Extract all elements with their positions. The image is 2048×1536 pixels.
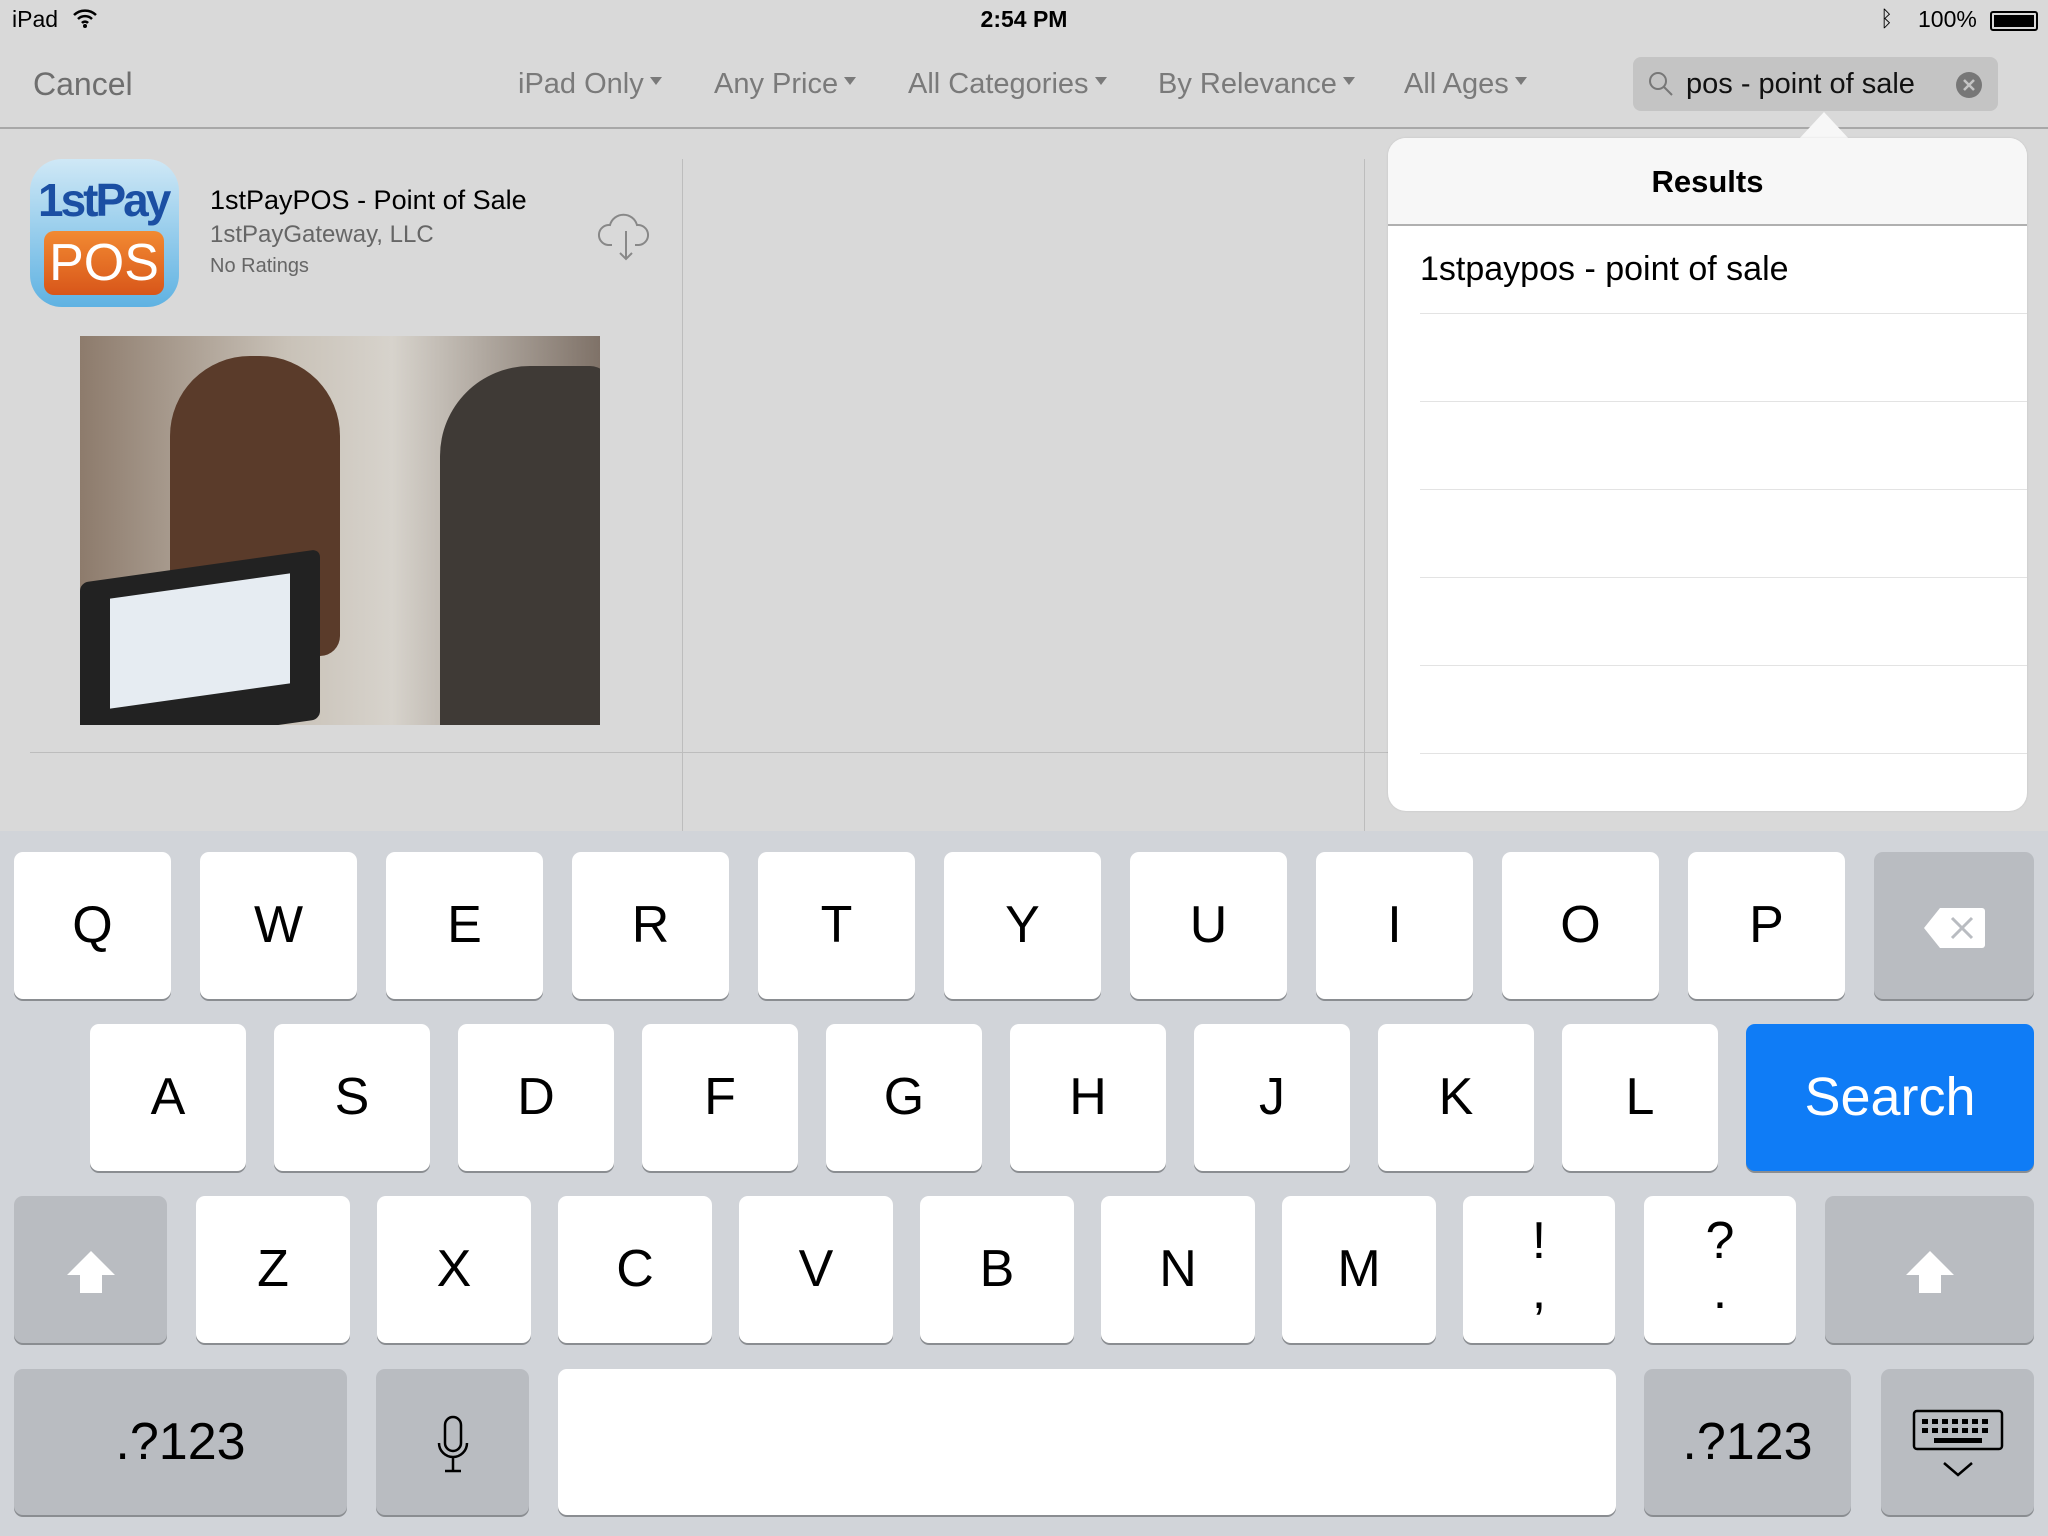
shift-key-left[interactable] <box>14 1196 167 1343</box>
empty-row <box>1420 314 2027 402</box>
key-x[interactable]: X <box>377 1196 531 1343</box>
filter-sort[interactable]: By Relevance <box>1158 68 1355 101</box>
filter-label: All Ages <box>1404 68 1509 100</box>
popover-arrow <box>1798 112 1850 140</box>
filter-category[interactable]: All Categories <box>908 68 1107 101</box>
key-q[interactable]: Q <box>14 852 171 999</box>
icon-text: 1stPay <box>38 174 171 226</box>
key-s[interactable]: S <box>274 1024 430 1171</box>
backspace-key[interactable] <box>1874 852 2034 999</box>
battery-percent: 100% <box>1918 6 1977 32</box>
search-input[interactable]: pos - point of sale <box>1633 57 1998 111</box>
key-exclamation-comma[interactable]: !, <box>1463 1196 1615 1343</box>
column-divider <box>682 159 683 831</box>
shift-icon <box>1905 1251 1954 1294</box>
clock: 2:54 PM <box>980 6 1068 32</box>
filter-age[interactable]: All Ages <box>1404 68 1527 101</box>
space-key[interactable] <box>558 1369 1616 1515</box>
clear-icon[interactable] <box>1955 71 1983 99</box>
key-b[interactable]: B <box>920 1196 1074 1343</box>
caret-down-icon <box>1514 77 1527 86</box>
key-l[interactable]: L <box>1562 1024 1718 1171</box>
filter-label: iPad Only <box>518 68 644 100</box>
key-n[interactable]: N <box>1101 1196 1255 1343</box>
key-secondary: , <box>1531 1262 1547 1320</box>
dictation-key[interactable] <box>376 1369 529 1515</box>
app-title[interactable]: 1stPayPOS - Point of Sale <box>210 185 527 216</box>
filter-device[interactable]: iPad Only <box>518 68 662 101</box>
shift-icon <box>66 1251 115 1294</box>
key-u[interactable]: U <box>1130 852 1287 999</box>
key-c[interactable]: C <box>558 1196 712 1343</box>
column-divider <box>1364 159 1365 831</box>
search-key[interactable]: Search <box>1746 1024 2034 1171</box>
filter-label: Any Price <box>714 68 839 100</box>
empty-row <box>1420 578 2027 666</box>
cloud-download-icon[interactable] <box>596 205 652 261</box>
empty-row <box>1420 666 2027 754</box>
battery-icon <box>1990 11 2038 31</box>
microphone-icon <box>437 1416 468 1473</box>
numbers-key-right[interactable]: .?123 <box>1644 1369 1851 1515</box>
app-icon[interactable]: 1stPay POS <box>30 159 179 307</box>
key-secondary: . <box>1712 1262 1728 1320</box>
empty-row <box>1420 490 2027 578</box>
app-screenshot[interactable] <box>80 336 600 725</box>
caret-down-icon <box>649 77 662 86</box>
dismiss-keyboard-key[interactable] <box>1881 1369 2034 1515</box>
popover-title: Results <box>1388 138 2027 226</box>
result-item[interactable]: 1stpaypos - point of sale <box>1420 226 2027 314</box>
results-popover: Results 1stpaypos - point of sale <box>1388 138 2027 811</box>
caret-down-icon <box>1342 77 1355 86</box>
search-icon <box>1649 72 1673 96</box>
key-v[interactable]: V <box>739 1196 893 1343</box>
cancel-button[interactable]: Cancel <box>33 66 133 103</box>
caret-down-icon <box>1094 77 1107 86</box>
shift-key-right[interactable] <box>1825 1196 2034 1343</box>
bluetooth-icon: ᛒ <box>1880 6 1894 31</box>
key-z[interactable]: Z <box>196 1196 350 1343</box>
key-w[interactable]: W <box>200 852 357 999</box>
filter-label: All Categories <box>908 68 1089 100</box>
backspace-icon <box>1924 908 1985 949</box>
filter-price[interactable]: Any Price <box>714 68 857 101</box>
filter-label: By Relevance <box>1158 68 1337 100</box>
caret-down-icon <box>844 77 857 86</box>
search-text: pos - point of sale <box>1686 68 1915 100</box>
card-divider <box>30 752 1388 753</box>
app-rating: No Ratings <box>210 255 309 277</box>
key-d[interactable]: D <box>458 1024 614 1171</box>
key-r[interactable]: R <box>572 852 729 999</box>
key-p[interactable]: P <box>1688 852 1845 999</box>
key-f[interactable]: F <box>642 1024 798 1171</box>
key-question-period[interactable]: ?. <box>1644 1196 1796 1343</box>
keyboard-dismiss-icon <box>1912 1410 2003 1477</box>
key-g[interactable]: G <box>826 1024 982 1171</box>
key-e[interactable]: E <box>386 852 543 999</box>
key-k[interactable]: K <box>1378 1024 1534 1171</box>
icon-text: POS <box>44 231 164 295</box>
key-t[interactable]: T <box>758 852 915 999</box>
key-y[interactable]: Y <box>944 852 1101 999</box>
app-developer: 1stPayGateway, LLC <box>210 221 434 248</box>
numbers-key-left[interactable]: .?123 <box>14 1369 347 1515</box>
keyboard: Q W E R T Y U I O P A S D F G H J K L Search Z X C V B N M!,?. .?12… <box>0 831 2048 1536</box>
key-i[interactable]: I <box>1316 852 1473 999</box>
key-o[interactable]: O <box>1502 852 1659 999</box>
empty-row <box>1420 402 2027 490</box>
key-a[interactable]: A <box>90 1024 246 1171</box>
nav-divider <box>0 127 2048 129</box>
key-h[interactable]: H <box>1010 1024 1166 1171</box>
key-m[interactable]: M <box>1282 1196 1436 1343</box>
key-j[interactable]: J <box>1194 1024 1350 1171</box>
